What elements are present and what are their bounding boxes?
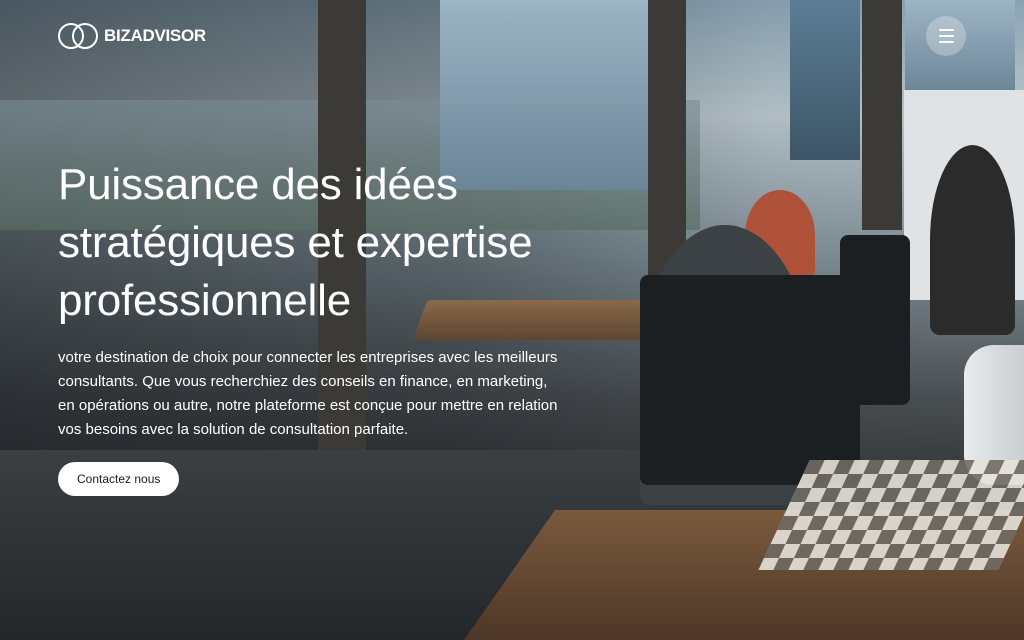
hero-section: BIZADVISOR Puissance des idées stratégiq… (0, 0, 1024, 640)
hero-description: votre destination de choix pour connecte… (58, 349, 558, 438)
site-header: BIZADVISOR (0, 0, 1024, 72)
logo-text: BIZADVISOR (104, 26, 206, 45)
logo-rings-icon (58, 22, 98, 50)
hero-title: Puissance des idées stratégiques et expe… (58, 156, 618, 330)
hero-content: Puissance des idées stratégiques et expe… (58, 156, 618, 496)
contact-button[interactable]: Contactez nous (58, 462, 180, 496)
menu-button[interactable] (926, 16, 966, 56)
hamburger-menu-icon (938, 29, 954, 31)
hero-title-line: Puissance des idées (58, 160, 458, 209)
hero-title-line: stratégiques et expertise (58, 218, 533, 267)
hero-title-line: professionnelle (58, 276, 351, 325)
brand-logo[interactable]: BIZADVISOR (58, 22, 206, 50)
